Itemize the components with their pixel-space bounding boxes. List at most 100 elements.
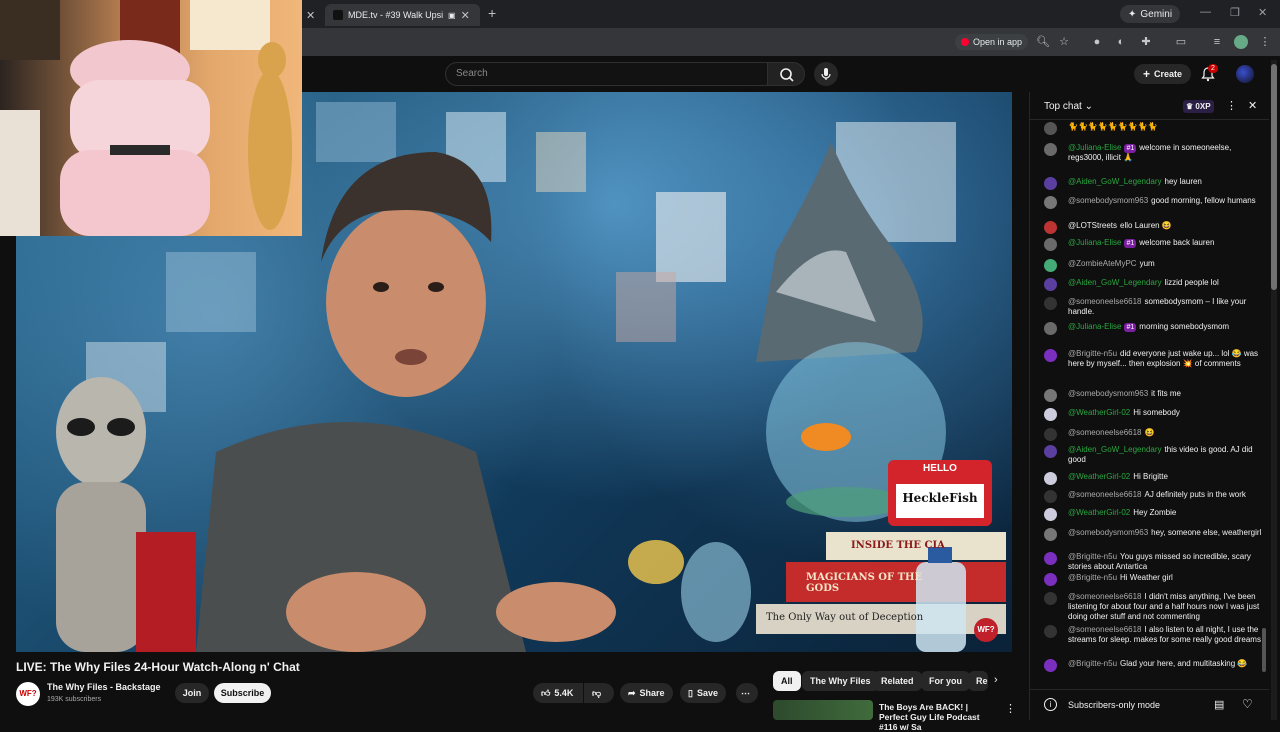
chat-author[interactable]: @Brigitte-n5u [1068,659,1117,668]
extension-icon[interactable]: ● [1090,35,1104,49]
chat-author[interactable]: @Juliana-Elise [1068,322,1121,331]
chat-author[interactable]: @someoneelse6618 [1068,428,1142,437]
profile-icon[interactable] [1234,35,1248,49]
chat-message[interactable]: @Aiden_GoW_Legendary lizzid people lol [1044,278,1264,291]
chat-message[interactable]: @WeatherGirl-02 Hi Brigitte [1044,472,1264,485]
chat-avatar[interactable] [1044,472,1057,485]
chat-scrollbar[interactable] [1262,628,1266,672]
chat-avatar[interactable] [1044,238,1057,251]
chat-author[interactable]: @Aiden_GoW_Legendary [1068,445,1162,454]
create-button[interactable]: + Create [1134,64,1192,84]
recommended-menu-icon[interactable]: ⋮ [1005,702,1016,715]
subscribe-button[interactable]: Subscribe [214,683,271,703]
chat-message[interactable]: @someoneelse6618 😆 [1044,428,1264,441]
chat-author[interactable]: @Juliana-Elise [1068,238,1121,247]
chat-avatar[interactable] [1044,408,1057,421]
chat-message[interactable]: @LOTStreets ello Lauren 😆 [1044,221,1264,234]
chat-avatar[interactable] [1044,143,1057,156]
chat-avatar[interactable] [1044,221,1057,234]
chat-avatar[interactable] [1044,573,1057,586]
more-actions-button[interactable]: ⋯ [736,683,758,703]
chat-message[interactable]: @somebodysmom963 good morning, fellow hum… [1044,196,1264,209]
chat-avatar[interactable] [1044,552,1057,565]
window-close-button[interactable]: ✕ [1258,6,1267,19]
chat-author[interactable]: @WeatherGirl-02 [1068,472,1130,481]
recommended-thumbnail[interactable] [773,700,873,720]
like-button[interactable]: 👍︎ 5.4K [533,683,583,703]
chat-author[interactable]: @somebodysmom963 [1068,196,1148,205]
chat-avatar[interactable] [1044,177,1057,190]
chat-author[interactable]: @someoneelse6618 [1068,625,1142,634]
chat-avatar[interactable] [1044,389,1057,402]
open-in-app-button[interactable]: Open in app [955,34,1029,50]
bookmark-star-icon[interactable]: ☆ [1057,35,1071,49]
menu-icon[interactable]: ⋮ [1258,35,1272,49]
info-icon[interactable]: i [1044,698,1057,711]
chat-avatar[interactable] [1044,445,1057,458]
chip-the-why-files[interactable]: The Why Files [802,671,879,691]
maximize-button[interactable]: ❐ [1230,6,1240,19]
close-icon[interactable]: ✕ [1248,99,1257,112]
chat-author[interactable]: @somebodysmom963 [1068,528,1148,537]
chat-author[interactable]: @Aiden_GoW_Legendary [1068,177,1162,186]
chip-all[interactable]: All [773,671,801,691]
chat-message[interactable]: @someoneelse6618 I didn't miss anything, … [1044,592,1264,622]
voice-search-button[interactable] [814,62,838,86]
chip-recently[interactable]: Re [968,671,988,691]
chat-avatar[interactable] [1044,528,1057,541]
recommended-title[interactable]: The Boys Are BACK! | Perfect Guy Life Po… [879,702,999,732]
chat-message[interactable]: @Aiden_GoW_Legendary hey lauren [1044,177,1264,190]
chat-message[interactable]: @ZombieAteMyPC yum [1044,259,1264,272]
join-button[interactable]: Join [175,683,209,703]
chat-author[interactable]: @Brigitte-n5u [1068,552,1117,561]
chat-author[interactable]: @somebodysmom963 [1068,389,1148,398]
cast-icon[interactable]: ▭ [1174,35,1188,49]
gemini-button[interactable]: ✦ Gemini [1120,5,1181,23]
page-scrollbar-thumb[interactable] [1271,64,1277,290]
chat-message[interactable]: @Brigitte-n5u Glad your here, and multita… [1044,659,1264,672]
tab-mde[interactable]: MDE.tv - #39 Walk Upside ▣ ✕ [325,4,480,26]
chat-message[interactable]: @somebodysmom963 it fits me [1044,389,1264,402]
chat-more-icon[interactable]: ⋮ [1226,99,1237,112]
close-icon[interactable]: ✕ [461,9,470,22]
new-tab-button[interactable]: + [488,5,496,21]
chat-message[interactable]: @someoneelse6618 AJ definitely puts in th… [1044,490,1264,503]
chat-avatar[interactable] [1044,659,1057,672]
save-button[interactable]: ▯ Save [680,683,726,703]
channel-name[interactable]: The Why Files - Backstage [47,682,161,692]
chat-avatar[interactable] [1044,592,1057,605]
puzzle-icon[interactable]: ✚ [1139,35,1153,49]
chat-mode-dropdown[interactable]: Top chat ⌄ [1044,101,1093,112]
media-icon[interactable]: ≡ [1210,35,1224,49]
chat-avatar[interactable] [1044,625,1057,638]
chat-message[interactable]: @WeatherGirl-02 Hey Zombie [1044,508,1264,521]
chips-next-icon[interactable]: › [994,674,998,686]
chip-for-you[interactable]: For you [921,671,970,691]
chat-message[interactable]: @someoneelse6618 somebodysmom – I like yo… [1044,297,1264,317]
chat-avatar[interactable] [1044,508,1057,521]
chat-author[interactable]: @someoneelse6618 [1068,592,1142,601]
chat-avatar[interactable] [1044,259,1057,272]
account-avatar[interactable] [1236,65,1254,83]
page-scrollbar[interactable] [1271,60,1277,720]
chat-message[interactable]: @Brigitte-n5u You guys missed so incredib… [1044,552,1264,572]
chat-message[interactable]: @Juliana-Elise #1 welcome in someoneelse, … [1044,143,1264,163]
chat-avatar[interactable] [1044,122,1057,135]
chat-author[interactable]: @Aiden_GoW_Legendary [1068,278,1162,287]
chat-avatar[interactable] [1044,428,1057,441]
share-button[interactable]: ➦ Share [620,683,673,703]
chat-author[interactable]: @Brigitte-n5u [1068,349,1117,358]
chat-message[interactable]: @Aiden_GoW_Legendary this video is good. … [1044,445,1264,465]
chat-message[interactable]: @somebodysmom963 hey, someone else, weath… [1044,528,1264,541]
chat-avatar[interactable] [1044,349,1057,362]
chat-author[interactable]: @someoneelse6618 [1068,297,1142,306]
heart-icon[interactable]: ♡ [1242,697,1253,711]
chat-message[interactable]: @Brigitte-n5u did everyone just wake up..… [1044,349,1264,369]
super-chat-icon[interactable]: ▤ [1214,698,1224,711]
zoom-icon[interactable]: 🔍︎ [1036,35,1050,49]
tab-close-icon[interactable]: ✕ [306,4,315,26]
channel-avatar[interactable]: WF? [16,682,40,706]
chat-author[interactable]: @WeatherGirl-02 [1068,408,1130,417]
chat-author[interactable]: @Juliana-Elise [1068,143,1121,152]
chat-avatar[interactable] [1044,196,1057,209]
